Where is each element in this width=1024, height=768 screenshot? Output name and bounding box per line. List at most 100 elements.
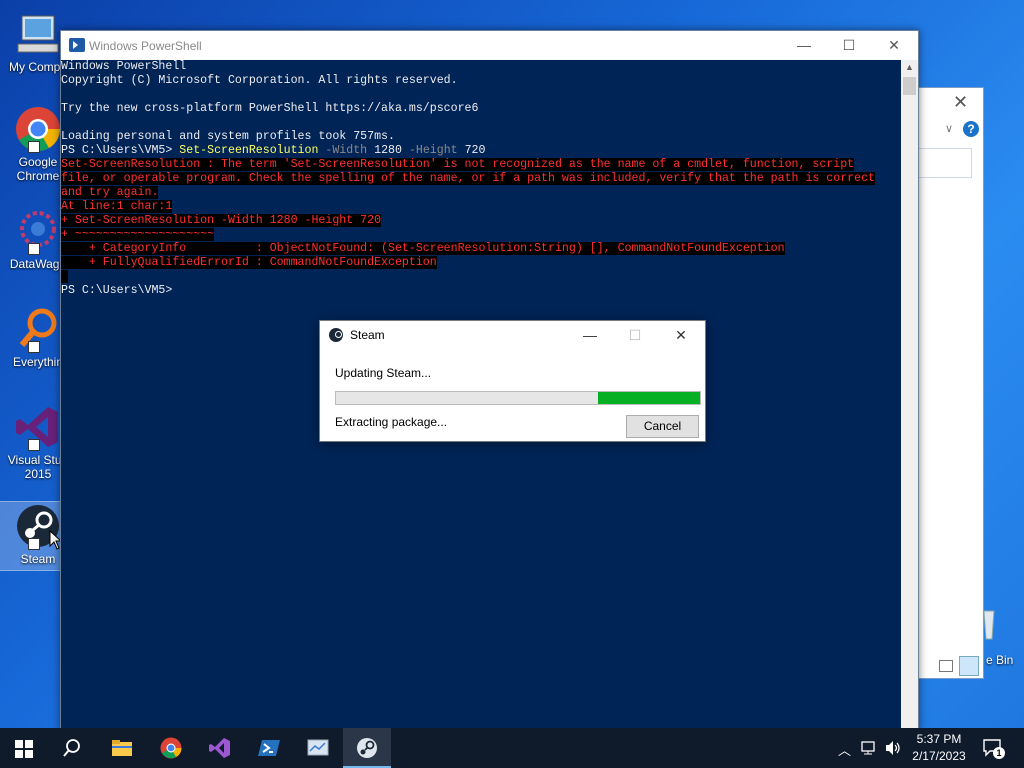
recycle-bin-icon[interactable] <box>978 605 1018 645</box>
taskbar-app-control-panel[interactable] <box>294 728 342 768</box>
console-line: At line:1 char:1 <box>61 200 901 214</box>
cancel-button[interactable]: Cancel <box>626 415 699 438</box>
taskbar-app-steam[interactable] <box>343 728 391 768</box>
visual-studio-icon <box>14 403 62 451</box>
large-icons-view-icon[interactable] <box>959 656 979 676</box>
console-line <box>61 270 901 284</box>
console-line: Loading personal and system profiles too… <box>61 130 901 144</box>
console-text-segment: Set-ScreenResolution <box>179 144 319 157</box>
shortcut-arrow-icon <box>28 538 40 550</box>
taskbar-app-chrome[interactable] <box>147 728 195 768</box>
minimize-button[interactable]: — <box>567 321 613 349</box>
maximize-button[interactable]: ☐ <box>826 31 872 60</box>
console-text-segment: -Height <box>401 144 465 157</box>
console-text: Try the new cross-platform PowerShell ht… <box>61 102 479 115</box>
scroll-up-icon[interactable]: ▲ <box>905 62 914 72</box>
control-panel-icon <box>307 739 329 756</box>
search-button[interactable] <box>48 728 96 768</box>
taskbar-app-file-explorer[interactable] <box>98 728 146 768</box>
clock[interactable]: 5:37 PM 2/17/2023 <box>906 731 972 765</box>
computer-icon <box>14 10 62 58</box>
close-button[interactable]: ✕ <box>871 31 917 60</box>
console-text-segment: PS C:\Users\VM5> <box>61 144 180 157</box>
close-icon[interactable]: ✕ <box>953 92 968 113</box>
maximize-button: ☐ <box>628 327 642 343</box>
minimize-button[interactable]: — <box>781 31 827 60</box>
chevron-down-icon[interactable]: ∨ <box>945 122 953 135</box>
action-center-button[interactable]: 1 <box>982 738 1005 759</box>
steam-icon <box>329 328 343 342</box>
console-text: At line:1 char:1 <box>61 200 173 213</box>
clock-time: 5:37 PM <box>916 732 962 746</box>
notification-count-badge: 1 <box>993 747 1005 759</box>
console-line: + CategoryInfo : ObjectNotFound: (Set-Sc… <box>61 242 901 256</box>
taskbar-app-visual-studio[interactable] <box>196 728 244 768</box>
update-status-text: Updating Steam... <box>335 366 432 380</box>
console-line: PS C:\Users\VM5> Set-ScreenResolution -W… <box>61 144 901 158</box>
shortcut-arrow-icon <box>28 141 40 153</box>
powershell-icon <box>69 38 85 52</box>
dialog-title: Steam <box>350 328 385 342</box>
console-text: Set-ScreenResolution : The term 'Set-Scr… <box>61 158 855 171</box>
console-text: Windows PowerShell <box>61 60 187 73</box>
console-text-segment: -Width <box>318 144 375 157</box>
console-text: + FullyQualifiedErrorId : CommandNotFoun… <box>61 256 437 269</box>
console-line: Copyright (C) Microsoft Corporation. All… <box>61 74 901 88</box>
console-line: file, or operable program. Check the spe… <box>61 172 901 186</box>
network-icon[interactable] <box>861 740 879 756</box>
steam-update-dialog[interactable]: Steam — ☐ ✕ Updating Steam... Extracting… <box>319 320 706 442</box>
console-line: + ~~~~~~~~~~~~~~~~~~~~ <box>61 228 901 242</box>
console-text: + CategoryInfo : ObjectNotFound: (Set-Sc… <box>61 242 785 255</box>
console-text: + ~~~~~~~~~~~~~~~~~~~~ <box>61 228 215 241</box>
console-text: Loading personal and system profiles too… <box>61 130 395 143</box>
console-text-segment: 1280 <box>374 144 402 157</box>
console-line: + Set-ScreenResolution -Width 1280 -Heig… <box>61 214 901 228</box>
close-button[interactable]: ✕ <box>658 321 704 349</box>
volume-icon[interactable] <box>884 740 902 756</box>
scrollbar-thumb[interactable] <box>903 77 916 95</box>
console-line: + FullyQualifiedErrorId : CommandNotFoun… <box>61 256 901 270</box>
console-line: Set-ScreenResolution : The term 'Set-Scr… <box>61 158 901 172</box>
steam-icon <box>357 738 377 758</box>
everything-icon <box>14 305 62 353</box>
taskbar-app-powershell[interactable] <box>245 728 293 768</box>
console-line: and try again. <box>61 186 901 200</box>
window-title: Windows PowerShell <box>89 39 202 53</box>
search-icon <box>63 739 80 757</box>
windows-logo-icon <box>15 740 33 758</box>
console-line: Windows PowerShell <box>61 60 901 74</box>
console-line: PS C:\Users\VM5> <box>61 284 901 298</box>
recycle-bin-label: e Bin <box>986 653 1014 667</box>
progress-detail-text: Extracting package... <box>335 415 448 429</box>
datawago-icon <box>14 207 62 255</box>
powershell-titlebar[interactable]: Windows PowerShell — ☐ ✕ <box>61 31 918 60</box>
details-view-icon[interactable] <box>939 660 953 672</box>
console-text: PS C:\Users\VM5> <box>61 284 173 297</box>
progress-bar-fill <box>598 392 700 404</box>
console-text: file, or operable program. Check the spe… <box>61 172 876 185</box>
console-text: + Set-ScreenResolution -Width 1280 -Heig… <box>61 214 382 227</box>
clock-date: 2/17/2023 <box>912 749 966 763</box>
shortcut-arrow-icon <box>28 341 40 353</box>
console-line: Try the new cross-platform PowerShell ht… <box>61 102 901 116</box>
chrome-icon <box>160 737 182 759</box>
help-icon[interactable]: ? <box>963 121 979 137</box>
start-button[interactable] <box>0 728 48 768</box>
console-text: Copyright (C) Microsoft Corporation. All… <box>61 74 458 87</box>
console-text <box>61 270 68 283</box>
chrome-icon <box>14 105 62 153</box>
folder-icon <box>112 740 132 756</box>
search-input[interactable] <box>919 148 972 178</box>
explorer-window[interactable]: ✕ ∨ ? <box>918 87 984 679</box>
console-text-segment: 720 <box>464 144 486 157</box>
powershell-icon <box>258 740 280 756</box>
shortcut-arrow-icon <box>28 243 40 255</box>
taskbar: ︿ 5:37 PM 2/17/2023 1 <box>0 728 1024 768</box>
progress-bar <box>335 391 701 405</box>
vertical-scrollbar[interactable]: ▲ <box>901 60 918 731</box>
shortcut-arrow-icon <box>28 439 40 451</box>
console-text: and try again. <box>61 186 159 199</box>
show-hidden-icons-button[interactable]: ︿ <box>838 740 851 768</box>
